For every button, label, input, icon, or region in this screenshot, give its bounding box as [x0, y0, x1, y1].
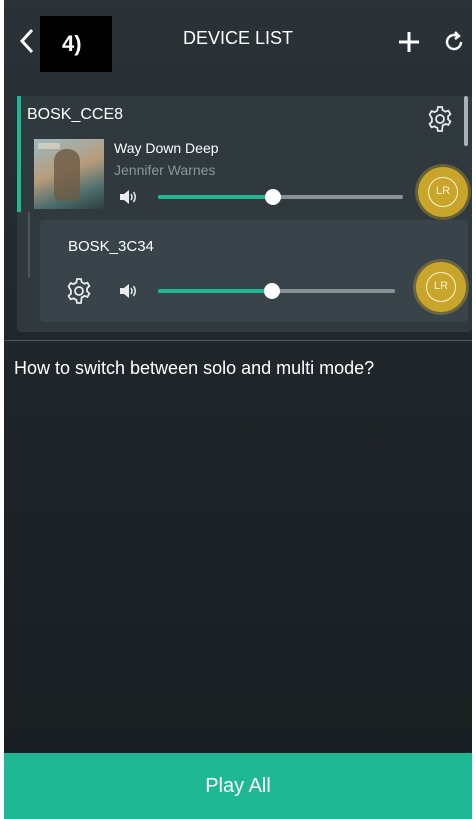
device-list-screen: 4) DEVICE LIST BOSK_CCE8 Way Down Deep J… [4, 0, 472, 819]
slave-device-name[interactable]: BOSK_3C34 [68, 238, 154, 255]
play-all-button[interactable]: Play All [4, 753, 472, 819]
header-bar: 4) DEVICE LIST [4, 0, 472, 88]
slave-volume-slider[interactable] [158, 283, 395, 299]
slave-device-card [40, 220, 468, 322]
channel-label: LR [426, 272, 456, 302]
plus-icon [399, 32, 419, 52]
album-art-figure [54, 149, 80, 201]
slave-settings-button[interactable] [64, 276, 94, 306]
master-channel-button[interactable]: LR [418, 167, 468, 217]
refresh-icon [445, 31, 463, 51]
divider [4, 340, 472, 341]
group-accent-bar [17, 96, 21, 212]
mode-help-link[interactable]: How to switch between solo and multi mod… [14, 358, 374, 379]
channel-label: LR [428, 177, 458, 207]
volume-icon [118, 282, 138, 300]
scrollbar[interactable] [464, 96, 468, 146]
volume-fill [158, 195, 274, 199]
album-art [34, 139, 104, 209]
slave-channel-button[interactable]: LR [416, 262, 466, 312]
track-title: Way Down Deep [114, 140, 219, 156]
gear-icon [67, 278, 91, 304]
track-artist: Jennifer Warnes [114, 162, 216, 178]
volume-knob[interactable] [263, 283, 280, 299]
refresh-button[interactable] [442, 30, 466, 54]
group-connector-line [28, 212, 30, 278]
master-device-name[interactable]: BOSK_CCE8 [27, 106, 123, 124]
gear-icon [428, 106, 452, 132]
add-device-button[interactable] [397, 30, 421, 54]
master-volume-slider[interactable] [158, 189, 403, 205]
album-art-text-mark [38, 143, 60, 149]
volume-fill [158, 289, 272, 293]
master-settings-button[interactable] [425, 104, 455, 134]
volume-icon [118, 188, 138, 206]
